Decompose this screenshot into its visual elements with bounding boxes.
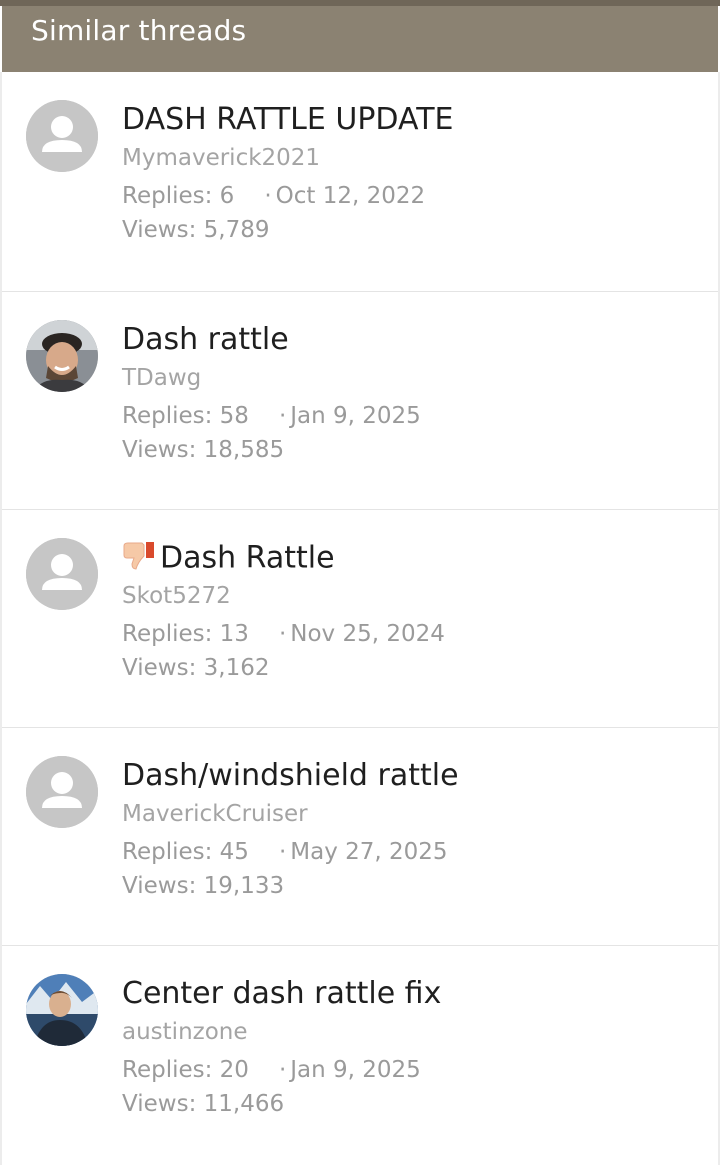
thread-item[interactable]: Dash rattle TDawg Replies: 58 · Jan 9, 202… [2,291,718,509]
default-person-icon[interactable] [26,100,98,172]
thread-stats: Replies: 13 · Nov 25, 2024 [122,621,445,647]
thread-date: · Oct 12, 2022 [264,183,426,209]
thread-author[interactable]: TDawg [122,365,201,391]
thread-title[interactable]: Dash Rattle [122,540,335,578]
thread-date-text: Oct 12, 2022 [275,183,426,209]
thread-stats: Replies: 20 · Jan 9, 2025 [122,1057,421,1083]
default-person-icon[interactable] [26,538,98,610]
thread-author[interactable]: MaverickCruiser [122,801,308,827]
reply-count: Replies: 13 [122,621,249,647]
reply-count: Replies: 45 [122,839,249,865]
view-count: Views: 11,466 [122,1091,285,1117]
view-count: Views: 19,133 [122,873,285,899]
thread-date-text: Jan 9, 2025 [290,403,421,429]
view-count: Views: 3,162 [122,655,270,681]
thread-date: · Jan 9, 2025 [278,1057,421,1083]
thread-date: · Jan 9, 2025 [278,403,421,429]
thread-title[interactable]: Dash rattle [122,322,289,357]
thread-title[interactable]: DASH RATTLE UPDATE [122,102,453,137]
thread-author[interactable]: austinzone [122,1019,248,1045]
thread-item[interactable]: Center dash rattle fix austinzone Replie… [2,945,718,1163]
thread-stats: Replies: 6 · Oct 12, 2022 [122,183,425,209]
thread-date-text: May 27, 2025 [290,839,448,865]
reply-count: Replies: 6 [122,183,235,209]
thread-item[interactable]: Dash/windshield rattle MaverickCruiser R… [2,727,718,945]
thumbs-down-icon [122,540,156,578]
thread-item[interactable]: Dash Rattle Skot5272 Replies: 13 · Nov 25,… [2,509,718,727]
thread-item[interactable]: DASH RATTLE UPDATE Mymaverick2021 Replie… [2,72,718,291]
thread-date-text: Jan 9, 2025 [290,1057,421,1083]
reply-count: Replies: 58 [122,403,249,429]
section-header: Similar threads [2,6,718,72]
thread-date-text: Nov 25, 2024 [290,621,445,647]
thread-title[interactable]: Center dash rattle fix [122,976,441,1011]
thread-list: DASH RATTLE UPDATE Mymaverick2021 Replie… [2,72,718,1163]
thread-title[interactable]: Dash/windshield rattle [122,758,459,793]
thread-author[interactable]: Mymaverick2021 [122,145,320,171]
similar-threads-screen: Similar threads DASH RATTLE UPDATE Mymav… [0,0,720,1165]
view-count: Views: 18,585 [122,437,285,463]
section-title: Similar threads [31,14,247,47]
thread-stats: Replies: 45 · May 27, 2025 [122,839,448,865]
default-person-icon[interactable] [26,756,98,828]
user-avatar[interactable] [26,974,98,1046]
thread-stats: Replies: 58 · Jan 9, 2025 [122,403,421,429]
view-count: Views: 5,789 [122,217,270,243]
thread-date: · May 27, 2025 [278,839,448,865]
user-avatar[interactable] [26,320,98,392]
thread-date: · Nov 25, 2024 [278,621,445,647]
thread-title-text[interactable]: Dash Rattle [160,541,335,576]
thread-author[interactable]: Skot5272 [122,583,231,609]
reply-count: Replies: 20 [122,1057,249,1083]
